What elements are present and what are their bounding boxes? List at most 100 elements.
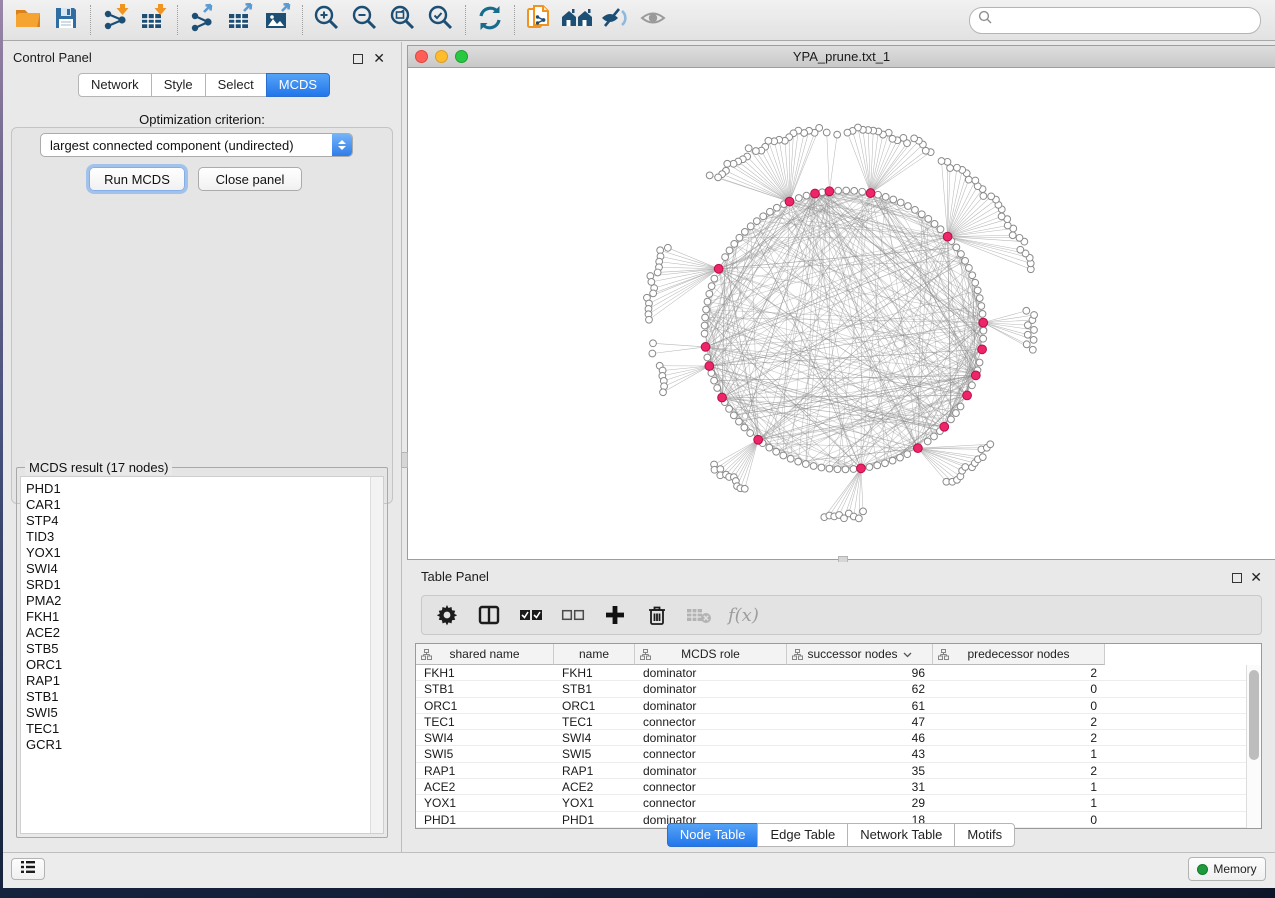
network-node[interactable]: [976, 295, 983, 302]
network-node[interactable]: [948, 416, 955, 423]
network-window-titlebar[interactable]: YPA_prune.txt_1: [408, 46, 1275, 68]
network-node[interactable]: [1024, 331, 1031, 338]
network-node[interactable]: [726, 406, 733, 413]
column-header-name[interactable]: name: [554, 644, 635, 665]
control-tab-style[interactable]: Style: [151, 73, 206, 97]
network-node[interactable]: [897, 199, 904, 206]
network-node[interactable]: [918, 211, 925, 218]
close-panel-button[interactable]: Close panel: [198, 167, 302, 191]
dominator-node[interactable]: [943, 232, 952, 241]
network-node[interactable]: [978, 303, 985, 310]
table-row[interactable]: ACE2ACE2connector311: [416, 779, 1246, 795]
table-vertical-scrollbar[interactable]: [1246, 665, 1261, 828]
unselect-all-columns-button[interactable]: [560, 602, 586, 628]
network-node[interactable]: [962, 464, 969, 471]
export-image-button[interactable]: [259, 2, 297, 38]
table-settings-button[interactable]: [434, 602, 460, 628]
network-node[interactable]: [844, 129, 851, 136]
network-node[interactable]: [855, 515, 862, 522]
network-node[interactable]: [965, 265, 972, 272]
mcds-result-item[interactable]: GCR1: [21, 737, 383, 753]
network-node[interactable]: [904, 451, 911, 458]
memory-button[interactable]: Memory: [1188, 857, 1266, 881]
control-tab-mcds[interactable]: MCDS: [266, 73, 330, 97]
network-node[interactable]: [937, 226, 944, 233]
open-file-button[interactable]: [9, 2, 47, 38]
network-node[interactable]: [874, 462, 881, 469]
column-header-predecessor-nodes[interactable]: predecessor nodes: [933, 644, 1105, 665]
network-node[interactable]: [701, 330, 708, 337]
network-node[interactable]: [826, 465, 833, 472]
network-node[interactable]: [925, 215, 932, 222]
network-node[interactable]: [773, 204, 780, 211]
network-node[interactable]: [1031, 312, 1038, 319]
network-node[interactable]: [1023, 341, 1030, 348]
network-node[interactable]: [924, 438, 931, 445]
network-node[interactable]: [708, 283, 715, 290]
network-node[interactable]: [972, 279, 979, 286]
dominator-node[interactable]: [978, 345, 987, 354]
close-panel-icon[interactable]: ✕: [373, 50, 385, 66]
table-row[interactable]: FKH1FKH1dominator962: [416, 665, 1246, 681]
control-tab-network[interactable]: Network: [78, 73, 152, 97]
sort-chevron-icon[interactable]: [903, 647, 912, 661]
network-node[interactable]: [980, 327, 987, 334]
network-node[interactable]: [842, 466, 849, 473]
network-node[interactable]: [1009, 232, 1016, 239]
network-node[interactable]: [882, 460, 889, 467]
dominator-node[interactable]: [705, 362, 714, 371]
mcds-result-item[interactable]: SRD1: [21, 577, 383, 593]
mcds-result-item[interactable]: ACE2: [21, 625, 383, 641]
network-node[interactable]: [780, 452, 787, 459]
table-row[interactable]: YOX1YOX1connector291: [416, 795, 1246, 811]
network-node[interactable]: [795, 458, 802, 465]
network-node[interactable]: [931, 433, 938, 440]
mcds-result-item[interactable]: YOX1: [21, 545, 383, 561]
network-node[interactable]: [1029, 346, 1036, 353]
zoom-in-button[interactable]: [308, 2, 346, 38]
network-node[interactable]: [714, 385, 721, 392]
network-node[interactable]: [980, 193, 987, 200]
mcds-result-item[interactable]: FKH1: [21, 609, 383, 625]
network-node[interactable]: [722, 254, 729, 261]
search-input[interactable]: [993, 13, 1252, 28]
float-table-panel-icon[interactable]: [1232, 573, 1242, 583]
export-table-button[interactable]: [221, 2, 259, 38]
dominator-node[interactable]: [971, 371, 980, 380]
network-node[interactable]: [711, 377, 718, 384]
column-header-successor-nodes[interactable]: successor nodes: [787, 644, 933, 665]
network-node[interactable]: [889, 457, 896, 464]
network-node[interactable]: [834, 131, 841, 138]
export-network-button[interactable]: [183, 2, 221, 38]
mcds-result-item[interactable]: STB1: [21, 689, 383, 705]
mcds-result-item[interactable]: ORC1: [21, 657, 383, 673]
network-node[interactable]: [1004, 222, 1011, 229]
network-node[interactable]: [741, 228, 748, 235]
network-node[interactable]: [818, 464, 825, 471]
mcds-result-item[interactable]: STB5: [21, 641, 383, 657]
network-node[interactable]: [795, 195, 802, 202]
network-node[interactable]: [998, 213, 1005, 220]
network-node[interactable]: [745, 145, 752, 152]
network-node[interactable]: [976, 359, 983, 366]
network-node[interactable]: [979, 311, 986, 318]
table-row[interactable]: STB1STB1dominator620: [416, 681, 1246, 697]
mcds-result-item[interactable]: SWI4: [21, 561, 383, 577]
network-node[interactable]: [974, 287, 981, 294]
network-node[interactable]: [701, 322, 708, 329]
network-node[interactable]: [860, 508, 867, 515]
table-row[interactable]: TEC1TEC1connector472: [416, 714, 1246, 730]
dominator-node[interactable]: [979, 318, 988, 327]
network-node[interactable]: [736, 234, 743, 241]
network-node[interactable]: [702, 314, 709, 321]
mcds-result-item[interactable]: PMA2: [21, 593, 383, 609]
network-node[interactable]: [912, 207, 919, 214]
network-node[interactable]: [741, 485, 748, 492]
save-session-button[interactable]: [47, 2, 85, 38]
float-panel-icon[interactable]: [353, 54, 363, 64]
mcds-result-item[interactable]: SWI5: [21, 705, 383, 721]
network-node[interactable]: [823, 129, 830, 136]
network-node[interactable]: [897, 454, 904, 461]
network-node[interactable]: [979, 454, 986, 461]
network-node[interactable]: [660, 389, 667, 396]
